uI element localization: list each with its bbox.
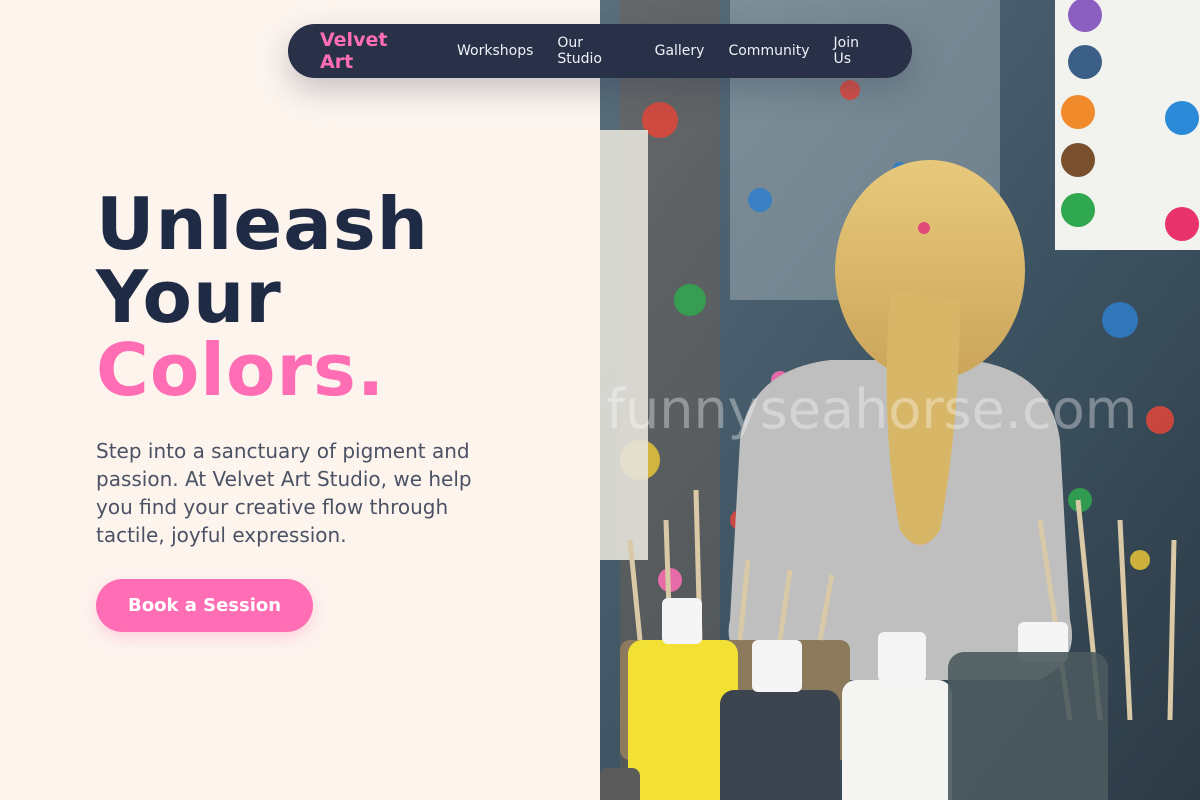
- nav-link-gallery[interactable]: Gallery: [655, 43, 705, 59]
- hero-heading-line-2: Your: [96, 255, 282, 339]
- nav-link-our-studio[interactable]: Our Studio: [557, 35, 630, 67]
- brand-logo[interactable]: Velvet Art: [320, 29, 425, 73]
- hero-photo: funnyseahorse.com: [600, 0, 1200, 800]
- top-navbar: Velvet Art Workshops Our Studio Gallery …: [288, 24, 912, 78]
- nav-link-workshops[interactable]: Workshops: [457, 43, 533, 59]
- nav-link-community[interactable]: Community: [728, 43, 809, 59]
- photo-watermark: funnyseahorse.com: [606, 378, 1137, 441]
- hero-panel: Unleash Your Colors. Step into a sanctua…: [0, 0, 600, 800]
- hero-heading: Unleash Your Colors.: [96, 188, 516, 407]
- hero-section: Unleash Your Colors. Step into a sanctua…: [96, 188, 516, 632]
- nav-link-join-us[interactable]: Join Us: [834, 35, 881, 67]
- hero-description: Step into a sanctuary of pigment and pas…: [96, 439, 472, 547]
- hero-heading-line-1: Unleash: [96, 182, 429, 266]
- hero-heading-accent: Colors.: [96, 328, 386, 412]
- book-session-button[interactable]: Book a Session: [96, 579, 314, 632]
